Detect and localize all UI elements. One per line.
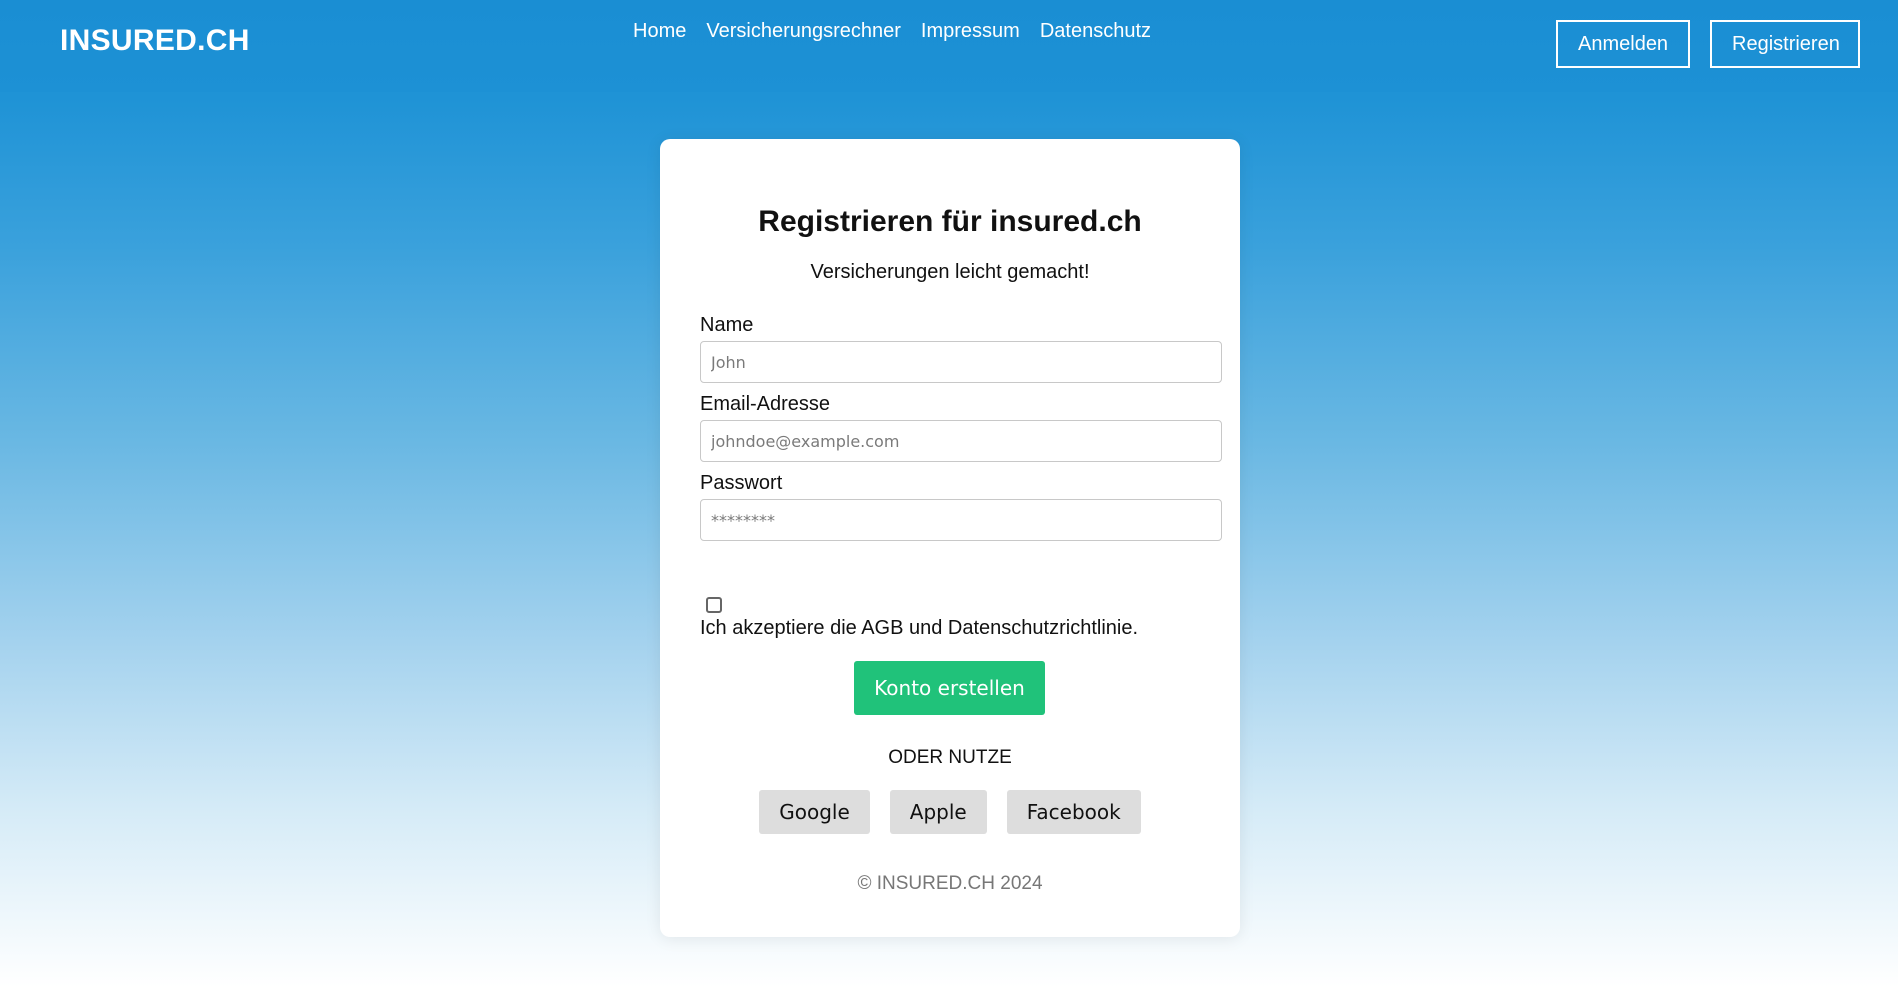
password-input[interactable] — [700, 499, 1222, 541]
email-label: Email-Adresse — [700, 393, 831, 415]
copyright-footer: © INSURED.CH 2024 — [857, 873, 1043, 894]
main-nav: Home Versicherungsrechner Impressum Date… — [633, 20, 1151, 43]
name-input[interactable] — [700, 341, 1222, 383]
consent-checkbox[interactable] — [706, 597, 722, 613]
login-button[interactable]: Anmelden — [1556, 20, 1690, 68]
form-title: Registrieren für insured.ch — [758, 205, 1142, 238]
create-account-button[interactable]: Konto erstellen — [854, 661, 1045, 715]
or-divider-text: ODER NUTZE — [888, 747, 1012, 768]
nav-link-versicherungsrechner[interactable]: Versicherungsrechner — [706, 20, 901, 43]
auth-buttons: Anmelden Registrieren — [1556, 20, 1860, 68]
register-button[interactable]: Registrieren — [1710, 20, 1860, 68]
name-label: Name — [700, 314, 754, 336]
email-input[interactable] — [700, 420, 1222, 462]
apple-login-button[interactable]: Apple — [889, 790, 987, 834]
registration-card: Registrieren für insured.ch Versicherung… — [660, 139, 1240, 937]
nav-link-impressum[interactable]: Impressum — [921, 20, 1020, 43]
nav-link-datenschutz[interactable]: Datenschutz — [1040, 20, 1151, 43]
consent-text: Ich akzeptiere die AGB und Datenschutzri… — [700, 617, 1139, 639]
form-subtitle: Versicherungen leicht gemacht! — [810, 261, 1090, 283]
site-logo[interactable]: INSURED.CH — [60, 24, 250, 58]
password-label: Passwort — [700, 472, 783, 494]
top-navigation-bar: INSURED.CH Home Versicherungsrechner Imp… — [0, 0, 1898, 92]
google-login-button[interactable]: Google — [759, 790, 870, 834]
facebook-login-button[interactable]: Facebook — [1006, 790, 1141, 834]
social-login-group: Google Apple Facebook — [660, 790, 1240, 834]
nav-link-home[interactable]: Home — [633, 20, 686, 43]
